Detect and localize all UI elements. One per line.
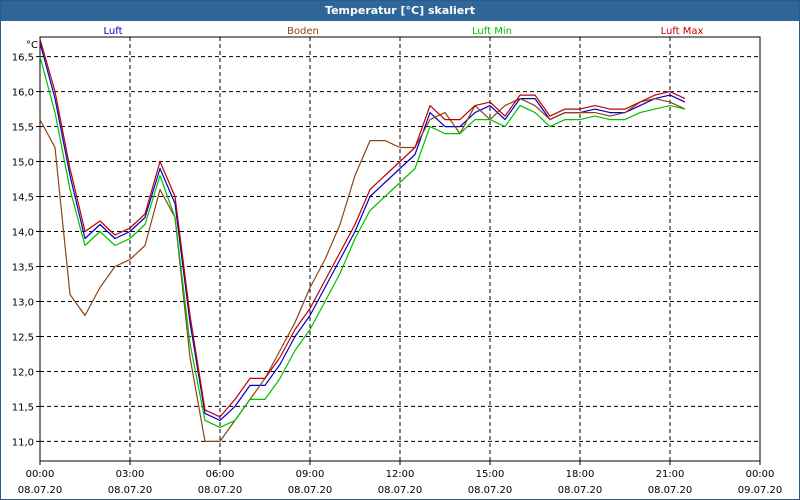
y-ticks: 11,0 11,5 12,0 12,5 13,0 13,5 14,0 14,5 15,0 15,5… [12,53,40,448]
y-tick-label: 13,0 [12,297,34,308]
x-tick-time: 09:00 [296,469,325,480]
series-line [39,97,686,442]
legend: Luft Boden Luft Min Luft Max [104,26,704,37]
x-tick-date: 08.07.20 [468,485,513,496]
y-tick-label: 12,5 [12,332,34,343]
y-tick-label: 12,0 [12,367,34,378]
x-tick-date: 08.07.20 [198,485,243,496]
x-tick-date: 08.07.20 [648,485,693,496]
x-ticks: 00:00 08.07.20 03:00 08.07.20 06:00 08.07.20 0… [18,461,783,496]
x-tick-date: 08.07.20 [108,485,153,496]
y-axis-label: °C [26,40,38,51]
x-tick-time: 21:00 [656,469,685,480]
x-tick-time: 15:00 [476,469,505,480]
x-tick-date: 08.07.20 [288,485,333,496]
x-tick-date: 09.07.20 [738,485,783,496]
legend-item: Luft Min [472,26,512,37]
x-tick-time: 18:00 [566,469,595,480]
x-tick-time: 00:00 [26,469,55,480]
y-tick-label: 11,0 [12,437,34,448]
x-tick-time: 12:00 [386,469,415,480]
y-tick-label: 14,0 [12,228,34,239]
y-tick-label: 15,0 [12,158,34,169]
x-tick-time: 03:00 [116,469,145,480]
x-tick-time: 06:00 [206,469,235,480]
x-tick-date: 08.07.20 [558,485,603,496]
x-tick-date: 08.07.20 [378,485,423,496]
y-tick-label: 15,5 [12,123,34,134]
x-tick-date: 08.07.20 [18,485,63,496]
y-tick-label: 11,5 [12,402,34,413]
legend-item: Boden [287,26,319,37]
y-tick-label: 14,5 [12,193,34,204]
temperature-chart: Luft Boden Luft Min Luft Max °C 11,0 11,5 12,… [12,26,783,496]
legend-item: Luft Max [661,26,704,37]
y-tick-label: 16,5 [12,53,34,64]
x-tick-time: 00:00 [746,469,775,480]
series-lines [39,38,686,442]
y-tick-label: 16,0 [12,88,34,99]
legend-item: Luft [104,26,123,37]
y-tick-label: 13,5 [12,262,34,273]
series-line [39,38,686,418]
